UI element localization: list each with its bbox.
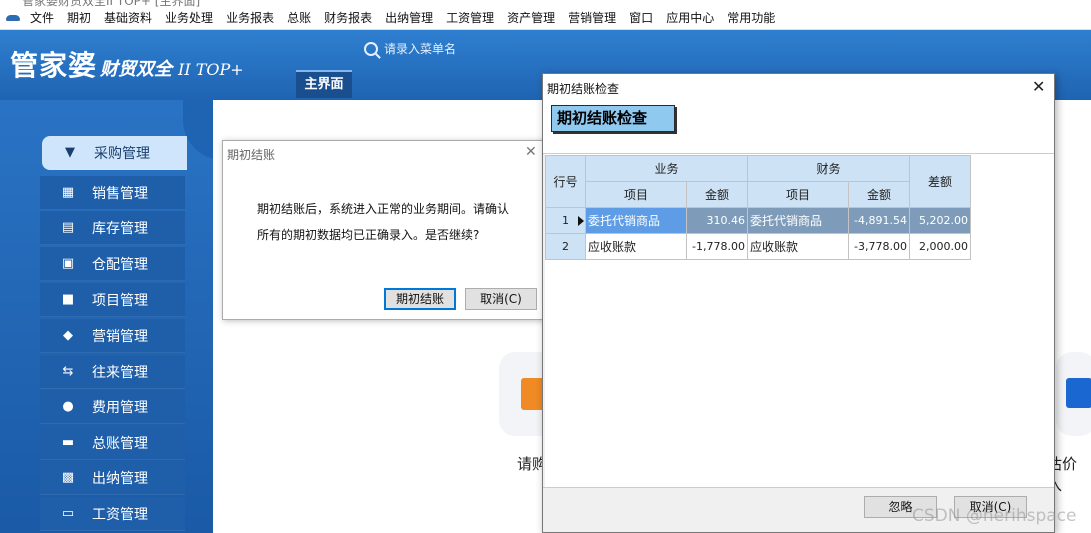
header-biz-item: 项目 bbox=[585, 181, 687, 208]
close-icon[interactable]: ✕ bbox=[1032, 77, 1045, 96]
sidebar-item-projects[interactable]: ■ 项目管理 bbox=[40, 283, 185, 317]
moneybag-icon: ● bbox=[62, 399, 74, 414]
app-icon[interactable] bbox=[6, 14, 20, 21]
sidebar-item-inventory[interactable]: ▤ 库存管理 bbox=[40, 211, 185, 245]
menu-window[interactable]: 窗口 bbox=[629, 9, 653, 26]
header-business: 业务 bbox=[585, 155, 748, 182]
table-row[interactable]: 1 委托代销商品 310.46 委托代销商品 -4,891.54 5,202.0… bbox=[545, 207, 971, 234]
sidebar-item-label: 库存管理 bbox=[92, 220, 148, 237]
sidebar-item-sales[interactable]: ▦ 销售管理 bbox=[40, 176, 185, 210]
sidebar-item-warehouse[interactable]: ▣ 仓配管理 bbox=[40, 247, 185, 281]
fin-item-cell[interactable]: 应收账款 bbox=[747, 233, 849, 260]
menu-payroll[interactable]: 工资管理 bbox=[446, 9, 494, 26]
header-fin-amount: 金额 bbox=[848, 181, 910, 208]
menu-financial-reports[interactable]: 财务报表 bbox=[324, 9, 372, 26]
dialog-title: 期初结账 bbox=[227, 148, 276, 162]
sidebar-item-expenses[interactable]: ● 费用管理 bbox=[40, 390, 185, 424]
fin-amount-cell[interactable]: -3,778.00 bbox=[848, 233, 910, 260]
tag-icon: ◆ bbox=[63, 328, 73, 343]
fin-amount-cell[interactable]: -4,891.54 bbox=[848, 207, 910, 234]
watermark: CSDN @herihspace bbox=[912, 506, 1077, 526]
sidebar-item-label: 往来管理 bbox=[92, 364, 148, 381]
dialog-message-line1: 期初结账后，系统进入正常的业务期间。请确认 bbox=[257, 202, 510, 216]
header-fin-item: 项目 bbox=[747, 181, 849, 208]
difference-cell[interactable]: 2,000.00 bbox=[909, 233, 971, 260]
row-number: 2 bbox=[545, 233, 586, 260]
sidebar-item-accounts[interactable]: ⇆ 往来管理 bbox=[40, 355, 185, 389]
sidebar-item-label: 销售管理 bbox=[92, 185, 148, 202]
menu-business-reports[interactable]: 业务报表 bbox=[226, 9, 274, 26]
sidebar-item-ledger[interactable]: ▬ 总账管理 bbox=[40, 426, 185, 460]
check-grid-area: 行号 业务 财务 差额 项目 金额 项目 金额 1 委托代销商品 310.46 bbox=[545, 154, 1054, 487]
difference-cell[interactable]: 5,202.00 bbox=[909, 207, 971, 234]
folder-icon: ■ bbox=[61, 292, 75, 307]
wallet-icon: ▬ bbox=[61, 435, 75, 450]
menu-general-ledger[interactable]: 总账 bbox=[287, 9, 311, 26]
dialog-titlebar: 期初结账检查 ✕ bbox=[543, 74, 1054, 100]
check-table: 行号 业务 财务 差额 项目 金额 项目 金额 1 委托代销商品 310.46 bbox=[545, 155, 971, 260]
cashier-icon: ▩ bbox=[61, 470, 75, 485]
menu-app-center[interactable]: 应用中心 bbox=[666, 9, 714, 26]
biz-amount-cell[interactable]: 310.46 bbox=[686, 207, 748, 234]
sidebar-item-label: 营销管理 bbox=[92, 328, 148, 345]
dialog-message-line2: 所有的期初数据均已正确录入。是否继续? bbox=[257, 228, 480, 242]
menu-search[interactable]: 请录入菜单名 bbox=[364, 40, 456, 57]
card-icon: ▭ bbox=[61, 506, 75, 521]
tab-main[interactable]: 主界面 bbox=[296, 70, 352, 98]
header-biz-amount: 金额 bbox=[686, 181, 748, 208]
confirm-close-button[interactable]: 期初结账 bbox=[384, 288, 456, 310]
sidebar-item-label: 总账管理 bbox=[92, 435, 148, 452]
app-logo: 管家婆 财贸双全 II TOP+ bbox=[10, 44, 244, 84]
table-row[interactable]: 2 应收账款 -1,778.00 应收账款 -3,778.00 2,000.00 bbox=[545, 233, 971, 260]
logo-sub-text: 财贸双全 bbox=[100, 59, 173, 80]
menu-opening[interactable]: 期初 bbox=[67, 9, 91, 26]
sidebar-item-marketing[interactable]: ◆ 营销管理 bbox=[40, 319, 185, 353]
menu-basic-data[interactable]: 基础资料 bbox=[104, 9, 152, 26]
biz-item-cell[interactable]: 应收账款 bbox=[585, 233, 687, 260]
inventory-icon: ▤ bbox=[61, 220, 75, 235]
header-difference: 差额 bbox=[909, 155, 971, 208]
sidebar-item-label: 仓配管理 bbox=[92, 256, 148, 273]
menu-assets[interactable]: 资产管理 bbox=[507, 9, 555, 26]
sidebar-item-label: 工资管理 bbox=[92, 506, 148, 523]
house-icon bbox=[1066, 378, 1091, 408]
sidebar-item-purchase[interactable]: ▼ 采购管理 bbox=[42, 136, 187, 170]
cancel-button[interactable]: 取消(C) bbox=[465, 288, 537, 310]
exchange-icon: ⇆ bbox=[62, 364, 74, 379]
sidebar-item-label: 采购管理 bbox=[94, 145, 150, 162]
window-title: 管家婆财贸双全II TOP+ [主界面] bbox=[22, 0, 201, 8]
dialog-banner: 期初结账检查 bbox=[543, 100, 1054, 154]
menu-items: 文件 期初 基础资料 业务处理 业务报表 总账 财务报表 出纳管理 工资管理 资… bbox=[6, 9, 788, 26]
header-row-no: 行号 bbox=[545, 155, 586, 208]
chart-icon: ▦ bbox=[61, 185, 75, 200]
logo-version: II TOP+ bbox=[178, 60, 244, 79]
search-placeholder: 请录入菜单名 bbox=[384, 42, 457, 56]
menu-bar: 管家婆财贸双全II TOP+ [主界面] 文件 期初 基础资料 业务处理 业务报… bbox=[0, 0, 1091, 30]
basket-icon: ▼ bbox=[65, 145, 75, 160]
biz-amount-cell[interactable]: -1,778.00 bbox=[686, 233, 748, 260]
menu-cashier[interactable]: 出纳管理 bbox=[385, 9, 433, 26]
search-icon bbox=[364, 41, 378, 56]
logo-main-text: 管家婆 bbox=[10, 49, 98, 82]
header-finance: 财务 bbox=[747, 155, 910, 182]
menu-marketing[interactable]: 营销管理 bbox=[568, 9, 616, 26]
sidebar-item-cashier[interactable]: ▩ 出纳管理 bbox=[40, 461, 185, 495]
dialog-title: 期初结账检查 bbox=[547, 82, 620, 96]
menu-file[interactable]: 文件 bbox=[30, 9, 54, 26]
box-icon: ▣ bbox=[61, 256, 75, 271]
opening-close-dialog: 期初结账 ✕ 期初结账后，系统进入正常的业务期间。请确认 所有的期初数据均已正确… bbox=[222, 140, 552, 320]
biz-item-cell[interactable]: 委托代销商品 bbox=[585, 207, 687, 234]
row-number: 1 bbox=[545, 207, 586, 234]
fin-item-cell[interactable]: 委托代销商品 bbox=[747, 207, 849, 234]
menu-business[interactable]: 业务处理 bbox=[165, 9, 213, 26]
dialog-heading: 期初结账检查 bbox=[551, 105, 675, 132]
menu-favorites[interactable]: 常用功能 bbox=[727, 9, 775, 26]
valuation-card[interactable] bbox=[1056, 352, 1091, 436]
sidebar-item-payroll[interactable]: ▭ 工资管理 bbox=[40, 497, 185, 531]
sidebar-item-label: 项目管理 bbox=[92, 292, 148, 309]
close-icon[interactable]: ✕ bbox=[525, 144, 537, 160]
opening-check-dialog: 期初结账检查 ✕ 期初结账检查 行号 业务 财务 差额 项目 金额 项目 金额 … bbox=[542, 73, 1055, 533]
sidebar-item-label: 费用管理 bbox=[92, 399, 148, 416]
sidebar-item-label: 出纳管理 bbox=[92, 470, 148, 487]
